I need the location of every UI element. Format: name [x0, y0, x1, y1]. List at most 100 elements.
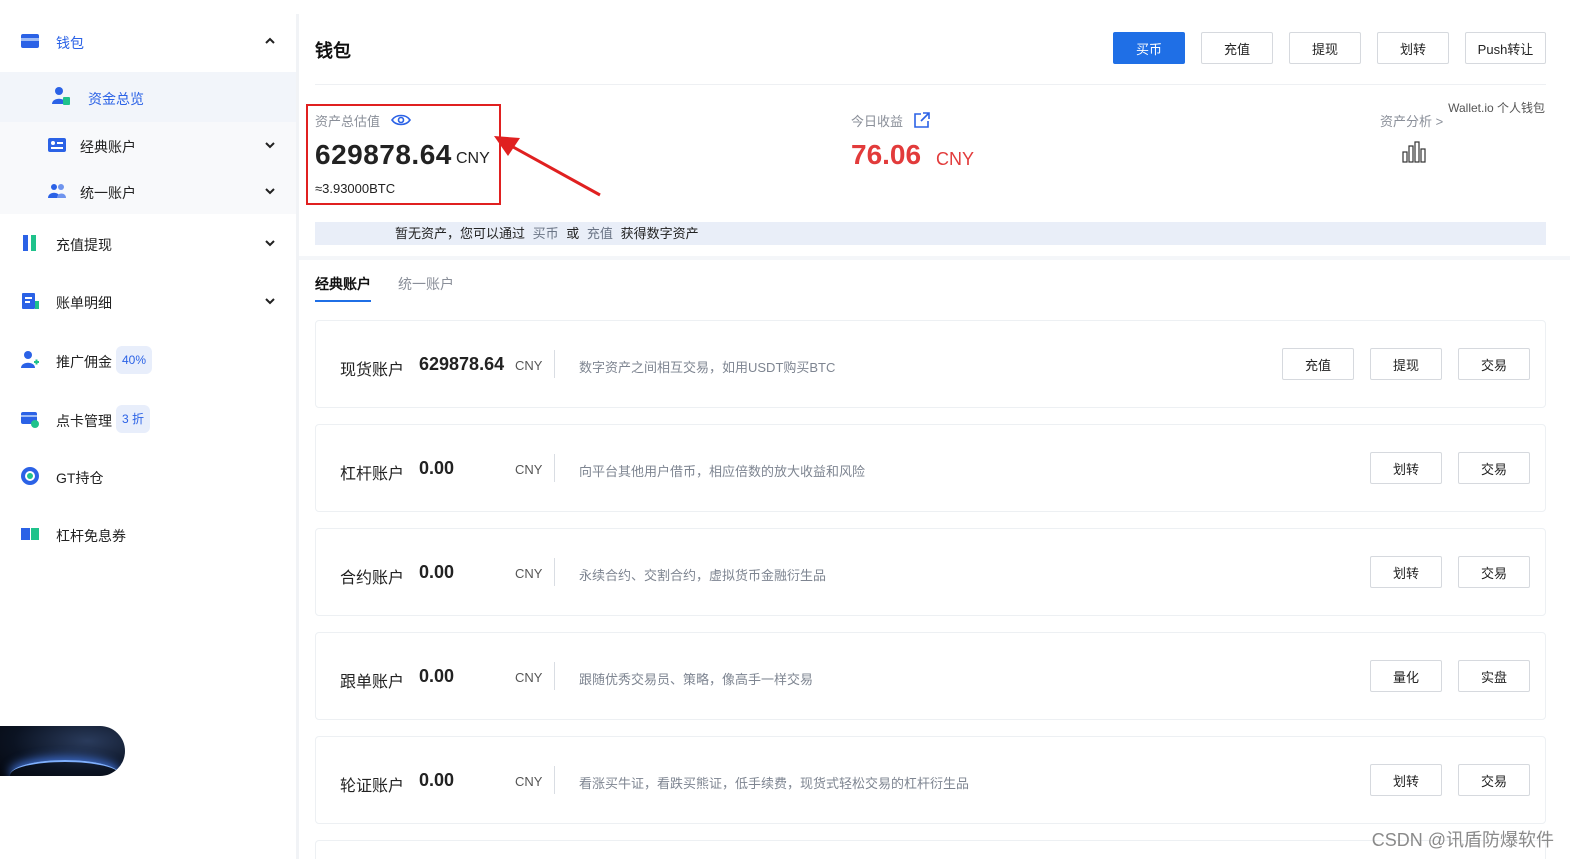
- sidebar-item-unified-account[interactable]: 统一账户: [0, 178, 296, 204]
- live-trading-button[interactable]: 实盘: [1458, 660, 1530, 692]
- chevron-up-icon: [265, 37, 275, 44]
- discount-badge: 40%: [116, 346, 153, 374]
- account-description: 看涨买牛证，看跌买熊证，低手续费，现货式轻松交易的杠杆衍生品: [579, 776, 970, 791]
- sidebar-item-label: 资金总览: [88, 91, 144, 107]
- account-name: 跟单账户: [340, 674, 405, 691]
- account-unit: CNY: [515, 358, 543, 373]
- withdraw-button[interactable]: 提现: [1289, 32, 1361, 64]
- account-amount: 0.00: [419, 770, 455, 790]
- tab-unified-account[interactable]: 统一账户: [398, 274, 454, 294]
- today-earnings-label: 今日收益: [851, 114, 904, 129]
- account-unit: CNY: [515, 670, 543, 685]
- user-plus-icon: [21, 351, 39, 368]
- tab-classic-account[interactable]: 经典账户: [315, 274, 371, 294]
- planet-glow: [10, 760, 120, 776]
- promo-banner[interactable]: [0, 726, 125, 776]
- wallet-page: 钱包 资金总览 经典账户 统一账户 充值提现 账单明细 推广佣金 40% 点卡管…: [0, 0, 1570, 859]
- sidebar-item-label: 点卡管理: [56, 413, 112, 429]
- spot-deposit-button[interactable]: 充值: [1282, 348, 1354, 380]
- sidebar-item-label: GT持仓: [56, 470, 104, 486]
- sidebar-item-leverage-coupon[interactable]: 杠杆免息券: [0, 521, 296, 547]
- account-amount: 0.00: [419, 458, 455, 478]
- account-card-spot: 现货账户 629878.64 CNY 数字资产之间相互交易，如用USDT购买BT…: [315, 320, 1546, 408]
- highlight-box: [306, 104, 501, 205]
- sidebar-item-label: 钱包: [56, 35, 84, 51]
- gt-coin-icon: [21, 467, 39, 485]
- notice-buy-link[interactable]: 买币: [533, 226, 559, 241]
- annotation-arrow-icon: [494, 136, 601, 197]
- account-card-copy-trading: 跟单账户 0.00 CNY 跟随优秀交易员、策略，像高手一样交易 量化 实盘: [315, 632, 1546, 720]
- futures-trade-button[interactable]: 交易: [1458, 556, 1530, 588]
- share-icon[interactable]: [913, 111, 931, 129]
- card-divider: [554, 454, 555, 482]
- account-name: 合约账户: [340, 570, 405, 587]
- card-divider: [554, 766, 555, 794]
- account-description: 数字资产之间相互交易，如用USDT购买BTC: [579, 360, 836, 375]
- sidebar-item-wallet[interactable]: 钱包: [0, 28, 296, 54]
- spot-trade-button[interactable]: 交易: [1458, 348, 1530, 380]
- sidebar-item-point-card[interactable]: 点卡管理 3 折: [0, 405, 296, 433]
- chevron-down-icon: [265, 142, 275, 149]
- margin-transfer-button[interactable]: 划转: [1370, 452, 1442, 484]
- today-earnings-unit: CNY: [936, 149, 975, 169]
- sidebar-item-funds-overview[interactable]: 资金总览: [0, 84, 296, 110]
- wallet-icon: [21, 34, 39, 48]
- notice-text: 获得数字资产: [620, 226, 699, 241]
- chevron-down-icon: [265, 240, 275, 247]
- warrant-transfer-button[interactable]: 划转: [1370, 764, 1442, 796]
- account-unit: CNY: [515, 774, 543, 789]
- bill-icon: [22, 293, 39, 309]
- account-name: 杠杆账户: [340, 466, 405, 483]
- sidebar-item-referral[interactable]: 推广佣金 40%: [0, 346, 296, 374]
- header-divider: [315, 84, 1546, 85]
- section-divider: [299, 256, 1570, 260]
- sidebar-item-label: 统一账户: [80, 185, 136, 201]
- wallet-io-link[interactable]: Wallet.io 个人钱包: [1448, 99, 1545, 116]
- account-amount: 0.00: [419, 666, 455, 686]
- account-unit: CNY: [515, 462, 543, 477]
- watermark: CSDN @讯盾防爆软件: [1371, 830, 1554, 850]
- discount-badge: 3 折: [116, 405, 151, 433]
- account-card-margin: 杠杆账户 0.00 CNY 向平台其他用户借币，相应倍数的放大收益和风险 划转 …: [315, 424, 1546, 512]
- user-shield-icon: [52, 87, 70, 105]
- card-settings-icon: [21, 412, 39, 428]
- account-description: 永续合约、交割合约，虚拟货币金融衍生品: [579, 568, 827, 583]
- quant-button[interactable]: 量化: [1370, 660, 1442, 692]
- account-name: 轮证账户: [340, 778, 405, 795]
- users-icon: [48, 184, 66, 198]
- empty-assets-notice: 暂无资产，您可以通过 买币 或 充值 获得数字资产: [315, 222, 1546, 245]
- notice-deposit-link[interactable]: 充值: [587, 226, 613, 241]
- sidebar-item-label: 账单明细: [56, 295, 112, 311]
- bar-chart-icon[interactable]: [1401, 140, 1427, 164]
- account-description: 向平台其他用户借币，相应倍数的放大收益和风险: [579, 464, 866, 479]
- margin-trade-button[interactable]: 交易: [1458, 452, 1530, 484]
- card-divider: [554, 662, 555, 690]
- warrant-trade-button[interactable]: 交易: [1458, 764, 1530, 796]
- futures-transfer-button[interactable]: 划转: [1370, 556, 1442, 588]
- card-divider: [554, 558, 555, 586]
- spot-withdraw-button[interactable]: 提现: [1370, 348, 1442, 380]
- sidebar-item-deposit-withdraw[interactable]: 充值提现: [0, 230, 296, 256]
- chevron-down-icon: [265, 298, 275, 305]
- transfer-button[interactable]: 划转: [1377, 32, 1449, 64]
- account-card-partial: [315, 840, 1546, 859]
- sidebar-item-classic-account[interactable]: 经典账户: [0, 132, 296, 158]
- sidebar: 钱包 资金总览 经典账户 统一账户 充值提现 账单明细 推广佣金 40% 点卡管…: [0, 0, 296, 859]
- account-unit: CNY: [515, 566, 543, 581]
- chevron-down-icon: [265, 188, 275, 195]
- sidebar-item-gt-holding[interactable]: GT持仓: [0, 463, 296, 489]
- coupon-icon: [21, 528, 39, 540]
- asset-analysis-link[interactable]: 资产分析 >: [1380, 111, 1443, 130]
- sidebar-item-label: 推广佣金: [56, 354, 112, 370]
- notice-text: 暂无资产，您可以通过: [395, 226, 526, 241]
- push-transfer-button[interactable]: Push转让: [1465, 32, 1546, 64]
- account-description: 跟随优秀交易员、策略，像高手一样交易: [579, 672, 814, 687]
- deposit-button[interactable]: 充值: [1201, 32, 1273, 64]
- sidebar-divider: [296, 14, 299, 859]
- buy-button[interactable]: 买币: [1113, 32, 1185, 64]
- sidebar-item-bill-details[interactable]: 账单明细: [0, 288, 296, 314]
- card-divider: [554, 350, 555, 378]
- transfer-arrows-icon: [23, 235, 36, 251]
- active-tab-indicator: [315, 300, 371, 302]
- notice-text: 或: [566, 226, 580, 241]
